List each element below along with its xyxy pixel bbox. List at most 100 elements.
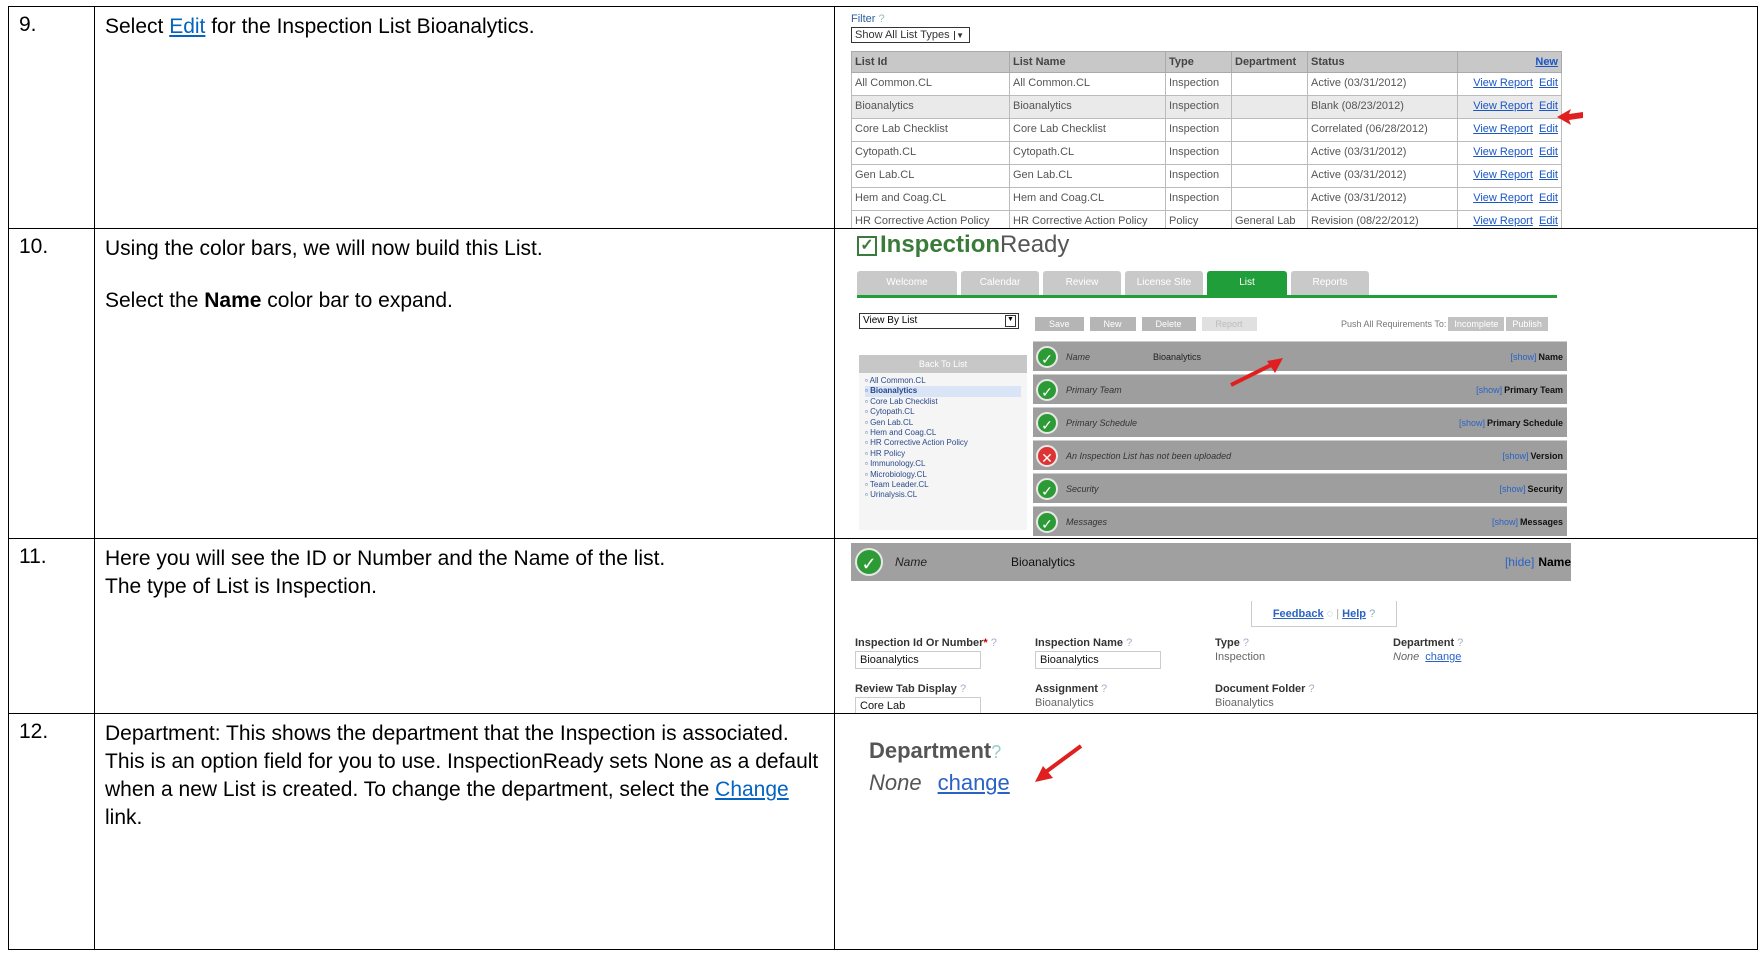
incomplete-button[interactable]: Incomplete (1448, 317, 1505, 331)
version-bar[interactable]: ✕ An Inspection List has not been uploade… (1033, 440, 1567, 470)
tree-item[interactable]: ▫ Cytopath.CL (865, 407, 1021, 417)
chevron-down-icon: ▼ (953, 31, 966, 40)
help-link[interactable]: Help (1342, 608, 1366, 620)
show-link[interactable]: [show] (1476, 385, 1502, 395)
step-number: 12. (8, 713, 95, 950)
edit-link[interactable]: Edit (1539, 146, 1558, 158)
hide-link[interactable]: [hide] (1505, 555, 1534, 569)
name-color-bar[interactable]: ✓ Name Bioanalytics [show] Name (1033, 341, 1567, 371)
assignment-field: Assignment ? Bioanalytics (1035, 683, 1108, 709)
security-bar[interactable]: ✓ Security [show] Security (1033, 473, 1567, 503)
change-link[interactable]: Change (715, 778, 789, 801)
publish-button[interactable]: Publish (1506, 317, 1548, 331)
check-circle-icon: ✓ (1036, 477, 1058, 500)
show-link[interactable]: [show] (1510, 352, 1536, 362)
primary-team-bar[interactable]: ✓ Primary Team [show] Primary Team (1033, 374, 1567, 404)
table-row: Cytopath.CL Cytopath.CL Inspection Active (… (851, 141, 1562, 165)
check-circle-icon: ✓ (855, 548, 883, 576)
speech-bubble-icon: ◌ (1326, 608, 1334, 620)
table-row: Hem and Coag.CL Hem and Coag.CL Inspection… (851, 187, 1562, 211)
tree-item[interactable]: ▫ All Common.CL (865, 376, 1021, 386)
tab-review[interactable]: Review (1043, 271, 1121, 295)
name-color-bar-expanded[interactable]: ✓ Name Bioanalytics [hide] Name (851, 543, 1571, 581)
tree-item[interactable]: ▫ Team Leader.CL (865, 480, 1021, 490)
inspection-id-input[interactable]: Bioanalytics (855, 651, 981, 669)
list-type-select[interactable]: Show All List Types ▼ (851, 27, 970, 43)
tab-license-site[interactable]: License Site (1125, 271, 1203, 295)
change-link[interactable]: change (938, 770, 1010, 795)
inspectionready-logo: ✓ InspectionReady (857, 231, 1069, 259)
show-link[interactable]: [show] (1499, 484, 1525, 494)
save-button[interactable]: Save (1035, 317, 1084, 331)
tab-underline (857, 295, 1557, 298)
tree-item[interactable]: ▫ Urinalysis.CL (865, 490, 1021, 500)
feedback-help: Feedback ◌ | Help ? (1251, 601, 1397, 627)
tab-welcome[interactable]: Welcome (857, 271, 957, 295)
edit-link[interactable]: Edit (1539, 215, 1558, 227)
table-row: Bioanalytics Bioanalytics Inspection Blank … (851, 95, 1562, 119)
tree-item[interactable]: ▫ Core Lab Checklist (865, 397, 1021, 407)
change-link[interactable]: change (1425, 651, 1461, 663)
step-text-part: Department: This shows the department th… (105, 722, 819, 801)
lists-table: List Id List Name Type Department Status… (851, 51, 1562, 228)
inspection-name-input[interactable]: Bioanalytics (1035, 651, 1161, 669)
view-report-link[interactable]: View Report (1473, 123, 1533, 135)
check-circle-icon: ✓ (1036, 510, 1058, 533)
tab-calendar[interactable]: Calendar (961, 271, 1039, 295)
screenshot-list-table: Filter ? Show All List Types ▼ List Id Li… (834, 6, 1758, 229)
tab-reports[interactable]: Reports (1291, 271, 1369, 295)
view-report-link[interactable]: View Report (1473, 77, 1533, 89)
view-report-link[interactable]: View Report (1473, 100, 1533, 112)
edit-link[interactable]: Edit (1539, 169, 1558, 181)
main-tabs: Welcome Calendar Review License Site Lis… (857, 271, 1369, 295)
tree-item[interactable]: ▫ Gen Lab.CL (865, 418, 1021, 428)
report-button[interactable]: Report (1201, 317, 1257, 331)
red-arrow-icon (1035, 744, 1083, 782)
view-report-link[interactable]: View Report (1473, 169, 1533, 181)
col-header: List Id (851, 51, 1010, 73)
type-value: Inspection (1215, 651, 1266, 663)
edit-link[interactable]: Edit (1539, 192, 1558, 204)
tree-item[interactable]: ▫ Microbiology.CL (865, 470, 1021, 480)
review-tab-input[interactable]: Core Lab (855, 697, 981, 713)
tree-item[interactable]: ▫ Immunology.CL (865, 459, 1021, 469)
new-button[interactable]: New (1089, 317, 1136, 331)
view-report-link[interactable]: View Report (1473, 146, 1533, 158)
edit-link[interactable]: Edit (1539, 77, 1558, 89)
list-tree: ▫ All Common.CL ▫ Bioanalytics ▫ Core La… (859, 373, 1027, 504)
view-report-link[interactable]: View Report (1473, 192, 1533, 204)
bar-label: Name (895, 555, 928, 569)
feedback-link[interactable]: Feedback (1273, 608, 1324, 620)
department-value: None change (869, 770, 1010, 795)
show-link[interactable]: [show] (1459, 418, 1485, 428)
inspection-id-field: Inspection Id Or Number* ? Bioanalytics (855, 637, 997, 669)
tab-list[interactable]: List (1207, 271, 1287, 295)
action-buttons: Save New Delete Report (1035, 317, 1257, 331)
show-link[interactable]: [show] (1492, 517, 1518, 527)
step-text-part: for the Inspection List Bioanalytics. (205, 15, 535, 38)
view-by-select[interactable]: View By List ▼ (859, 313, 1019, 329)
check-circle-icon: ✓ (1036, 378, 1058, 401)
col-header: Status (1307, 51, 1458, 73)
edit-link[interactable]: Edit (169, 15, 205, 38)
step-number: 10. (8, 228, 95, 539)
primary-schedule-bar[interactable]: ✓ Primary Schedule [show] Primary Schedule (1033, 407, 1567, 437)
new-link[interactable]: New (1457, 51, 1562, 73)
view-report-link[interactable]: View Report (1473, 215, 1533, 227)
step-row-9: 9. Select Edit for the Inspection List B… (8, 6, 1758, 229)
tree-item[interactable]: ▫ HR Policy (865, 449, 1021, 459)
tree-item[interactable]: ▫ HR Corrective Action Policy (865, 438, 1021, 448)
step-row-12: 12. Department: This shows the departmen… (8, 713, 1758, 950)
check-circle-icon: ✓ (1036, 345, 1058, 368)
chevron-down-icon: ▼ (1005, 315, 1016, 327)
step-number: 11. (8, 538, 95, 714)
messages-bar[interactable]: ✓ Messages [show] Messages (1033, 506, 1567, 536)
show-link[interactable]: [show] (1502, 451, 1528, 461)
table-row: Core Lab Checklist Core Lab Checklist Insp… (851, 118, 1562, 142)
back-to-list-button[interactable]: Back To List (859, 355, 1027, 373)
tree-item-selected[interactable]: ▫ Bioanalytics (865, 386, 1021, 397)
delete-button[interactable]: Delete (1141, 317, 1196, 331)
list-sidebar: Back To List ▫ All Common.CL ▫ Bioanalyt… (859, 355, 1027, 530)
tree-item[interactable]: ▫ Hem and Coag.CL (865, 428, 1021, 438)
step-text: Using the color bars, we will now build … (94, 228, 835, 539)
